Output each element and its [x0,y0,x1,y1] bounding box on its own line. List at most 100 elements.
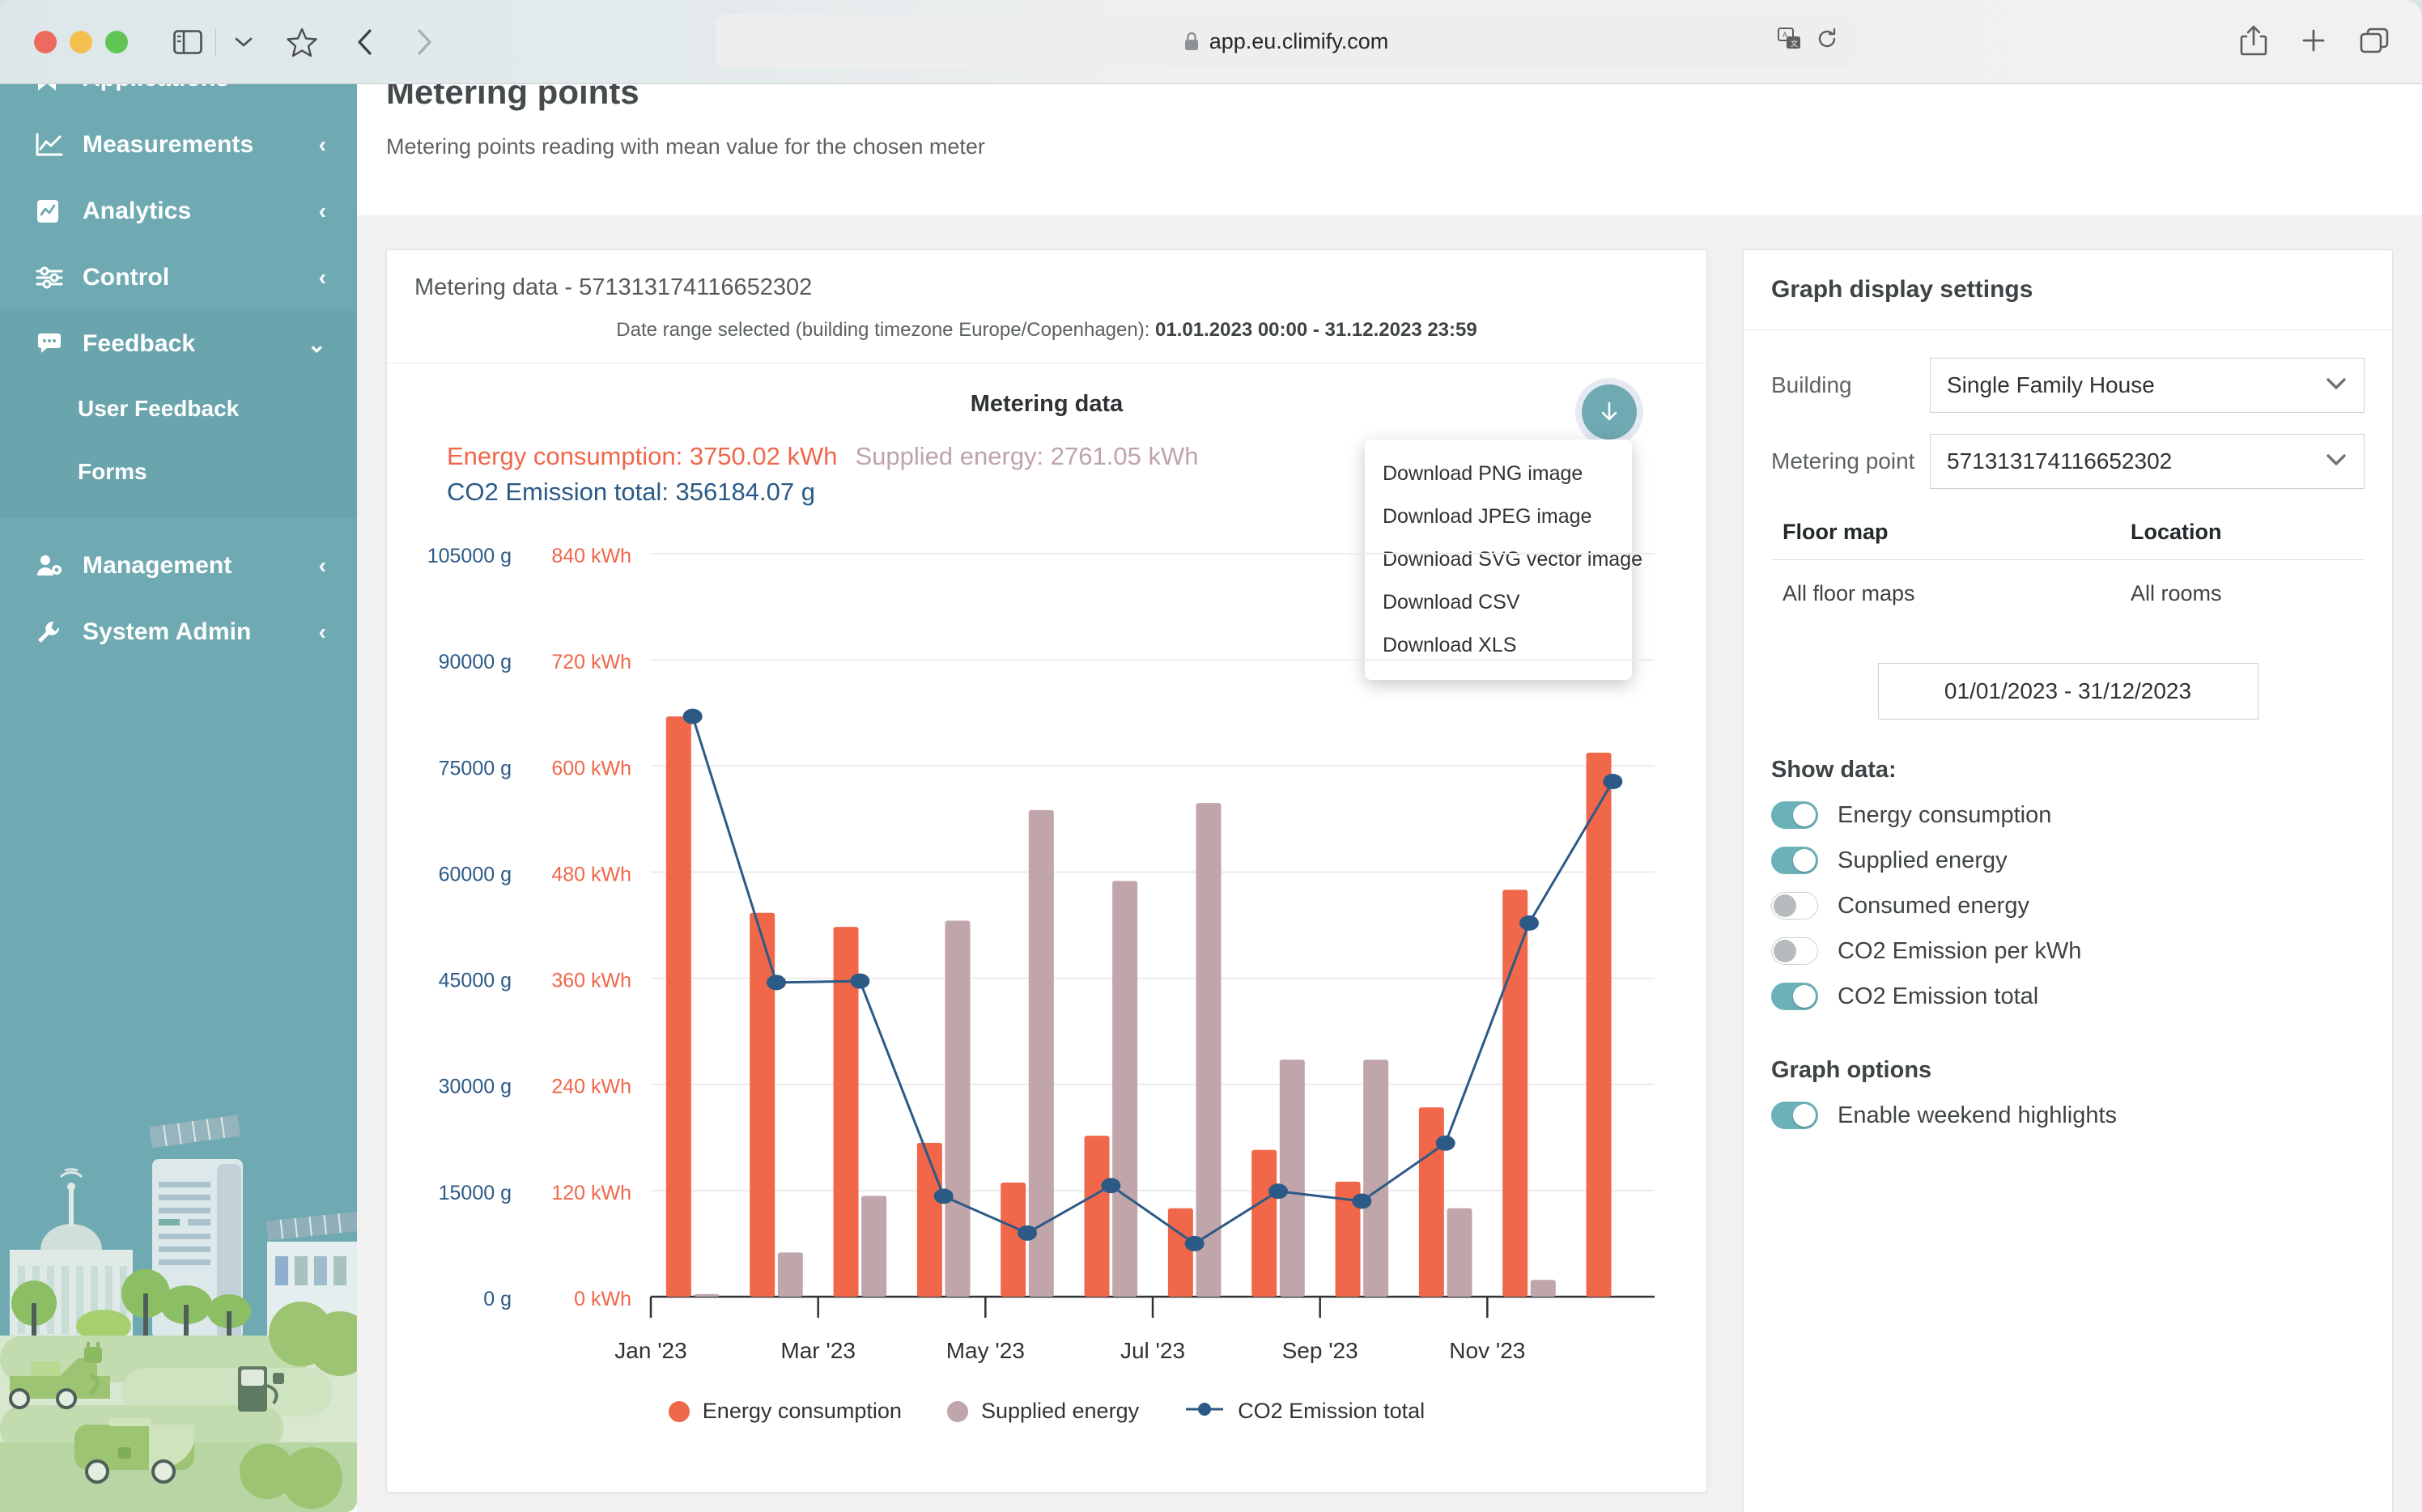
new-tab-icon[interactable] [2299,26,2328,59]
chart-title: Metering data [970,391,1124,417]
download-arrow-icon[interactable] [1582,384,1637,440]
sidebar-item-management[interactable]: Management ‹ [0,533,357,599]
svg-text:15000 g: 15000 g [439,1182,512,1204]
legend-item-co2-emission-total[interactable]: CO2 Emission total [1184,1399,1425,1424]
svg-text:May '23: May '23 [946,1338,1025,1363]
bookmark-star-icon[interactable] [284,24,320,60]
sidebar-item-feedback[interactable]: Feedback ⌄ [0,311,357,377]
user-gear-icon [36,554,71,578]
metering-chart-card: Metering data - 571313174116652302 Date … [386,249,1707,1493]
sliders-icon [36,266,71,289]
svg-text:文: 文 [1791,39,1798,48]
sidebar-item-label: System Admin [83,618,252,645]
chevron-left-icon: ‹ [318,265,326,290]
toggle-knob [1793,1104,1816,1127]
toggle-row-co2-per-kwh[interactable]: CO2 Emission per kWh [1771,937,2365,965]
chart-legend: Energy consumption Supplied energy CO2 E… [408,1399,1685,1424]
toggle-row-energy-consumption[interactable]: Energy consumption [1771,801,2365,829]
legend-label: Energy consumption [702,1399,902,1424]
toggle-weekend-highlights[interactable] [1771,1102,1818,1129]
nav-forward-icon[interactable] [406,24,441,60]
toggle-co2-total[interactable] [1771,983,1818,1010]
chevron-left-icon: ‹ [318,619,326,644]
toggle-row-consumed-energy[interactable]: Consumed energy [1771,892,2365,920]
main-content: Metering points Metering points reading … [357,84,2422,1512]
toolbar-divider [215,28,216,56]
metering-point-field-row: Metering point 571313174116652302 [1771,434,2365,489]
analytics-icon [36,198,71,224]
svg-text:30000 g: 30000 g [439,1076,512,1098]
download-jpeg-item[interactable]: Download JPEG image [1365,495,1632,538]
svg-text:75000 g: 75000 g [439,757,512,779]
chart-date-range: Date range selected (building timezone E… [387,308,1706,363]
chevron-down-icon [2325,450,2348,473]
sidebar-item-user-feedback[interactable]: User Feedback [0,377,357,440]
svg-text:120 kWh: 120 kWh [551,1182,631,1204]
sidebar-item-label: Measurements [83,131,254,158]
bookmark-icon [36,84,71,92]
metering-point-label: Metering point [1771,448,1915,474]
maximize-window-button[interactable] [105,30,128,53]
toggle-supplied-energy[interactable] [1771,847,1818,874]
svg-text:90000 g: 90000 g [439,651,512,673]
reload-icon[interactable] [1816,28,1838,56]
lock-icon [1183,31,1200,52]
sidebar-item-control[interactable]: Control ‹ [0,244,357,311]
toggle-knob [1793,985,1816,1008]
toggle-consumed-energy[interactable] [1771,892,1818,920]
toggle-energy-consumption[interactable] [1771,801,1818,829]
sidebar-item-label: Applications [83,84,326,92]
download-png-item[interactable]: Download PNG image [1365,452,1632,495]
toggle-label: Enable weekend highlights [1838,1102,2118,1128]
nav-back-icon[interactable] [347,24,383,60]
date-range-picker[interactable]: 01/01/2023 - 31/12/2023 [1877,663,2258,720]
building-select[interactable]: Single Family House [1930,358,2365,413]
svg-text:Sep '23: Sep '23 [1282,1338,1358,1363]
toggle-row-co2-total[interactable]: CO2 Emission total [1771,983,2365,1010]
chat-bubble-icon [36,333,71,355]
svg-text:A: A [1783,31,1787,39]
metering-point-select[interactable]: 571313174116652302 [1930,434,2365,489]
toggle-row-weekend-highlights[interactable]: Enable weekend highlights [1771,1102,2365,1129]
sidebar-subitem-label: User Feedback [78,396,240,421]
legend-label: CO2 Emission total [1238,1399,1426,1424]
floormap-table: Floor map Location All floor maps All ro… [1771,510,2365,627]
legend-item-supplied-energy[interactable]: Supplied energy [946,1399,1139,1424]
chevron-down-icon [2325,374,2348,397]
legend-dot-icon [668,1400,690,1422]
graph-options-label: Graph options [1771,1057,1932,1083]
chevron-left-icon: ‹ [318,198,326,223]
svg-text:360 kWh: 360 kWh [551,970,631,992]
sidebar-item-system-admin[interactable]: System Admin ‹ [0,599,357,665]
toggle-co2-per-kwh[interactable] [1771,937,1818,965]
location-cell: All rooms [2131,581,2222,605]
url-bar[interactable]: app.eu.climify.com A文 [716,15,1855,68]
translate-icon[interactable]: A文 [1778,27,1802,56]
svg-text:Mar '23: Mar '23 [780,1338,856,1363]
toggle-row-supplied-energy[interactable]: Supplied energy [1771,847,2365,874]
chevron-down-icon[interactable] [226,24,261,60]
sidebar-item-measurements[interactable]: Measurements ‹ [0,112,357,178]
sidebar-toggle-group [170,24,261,60]
minimize-window-button[interactable] [70,30,92,53]
sidebar-toggle-icon[interactable] [170,24,206,60]
close-window-button[interactable] [34,30,57,53]
chart-body: Metering data Energy consumption: 3750.0… [387,363,1706,1492]
summary-supplied-energy: Supplied energy: 2761.05 kWh [855,442,1199,470]
sidebar-item-applications[interactable]: Applications [0,84,357,112]
chart-card-header: Metering data - 571313174116652302 [387,250,1706,308]
share-icon[interactable] [2239,23,2268,62]
summary-co2-total: CO2 Emission total: 356184.07 g [447,478,815,507]
toggle-label: CO2 Emission per kWh [1838,937,2082,964]
page-subtitle: Metering points reading with mean value … [386,134,985,159]
toggle-knob [1774,894,1796,917]
table-header-row: Floor map Location [1771,510,2365,560]
legend-item-energy-consumption[interactable]: Energy consumption [668,1399,902,1424]
sidebar-item-analytics[interactable]: Analytics ‹ [0,178,357,244]
tab-overview-icon[interactable] [2359,26,2390,59]
svg-text:840 kWh: 840 kWh [551,545,631,567]
toggle-knob [1774,940,1796,962]
sidebar-item-forms[interactable]: Forms [0,440,357,503]
line-chart-icon [36,133,71,157]
page-header: Metering points Metering points reading … [357,84,2422,159]
